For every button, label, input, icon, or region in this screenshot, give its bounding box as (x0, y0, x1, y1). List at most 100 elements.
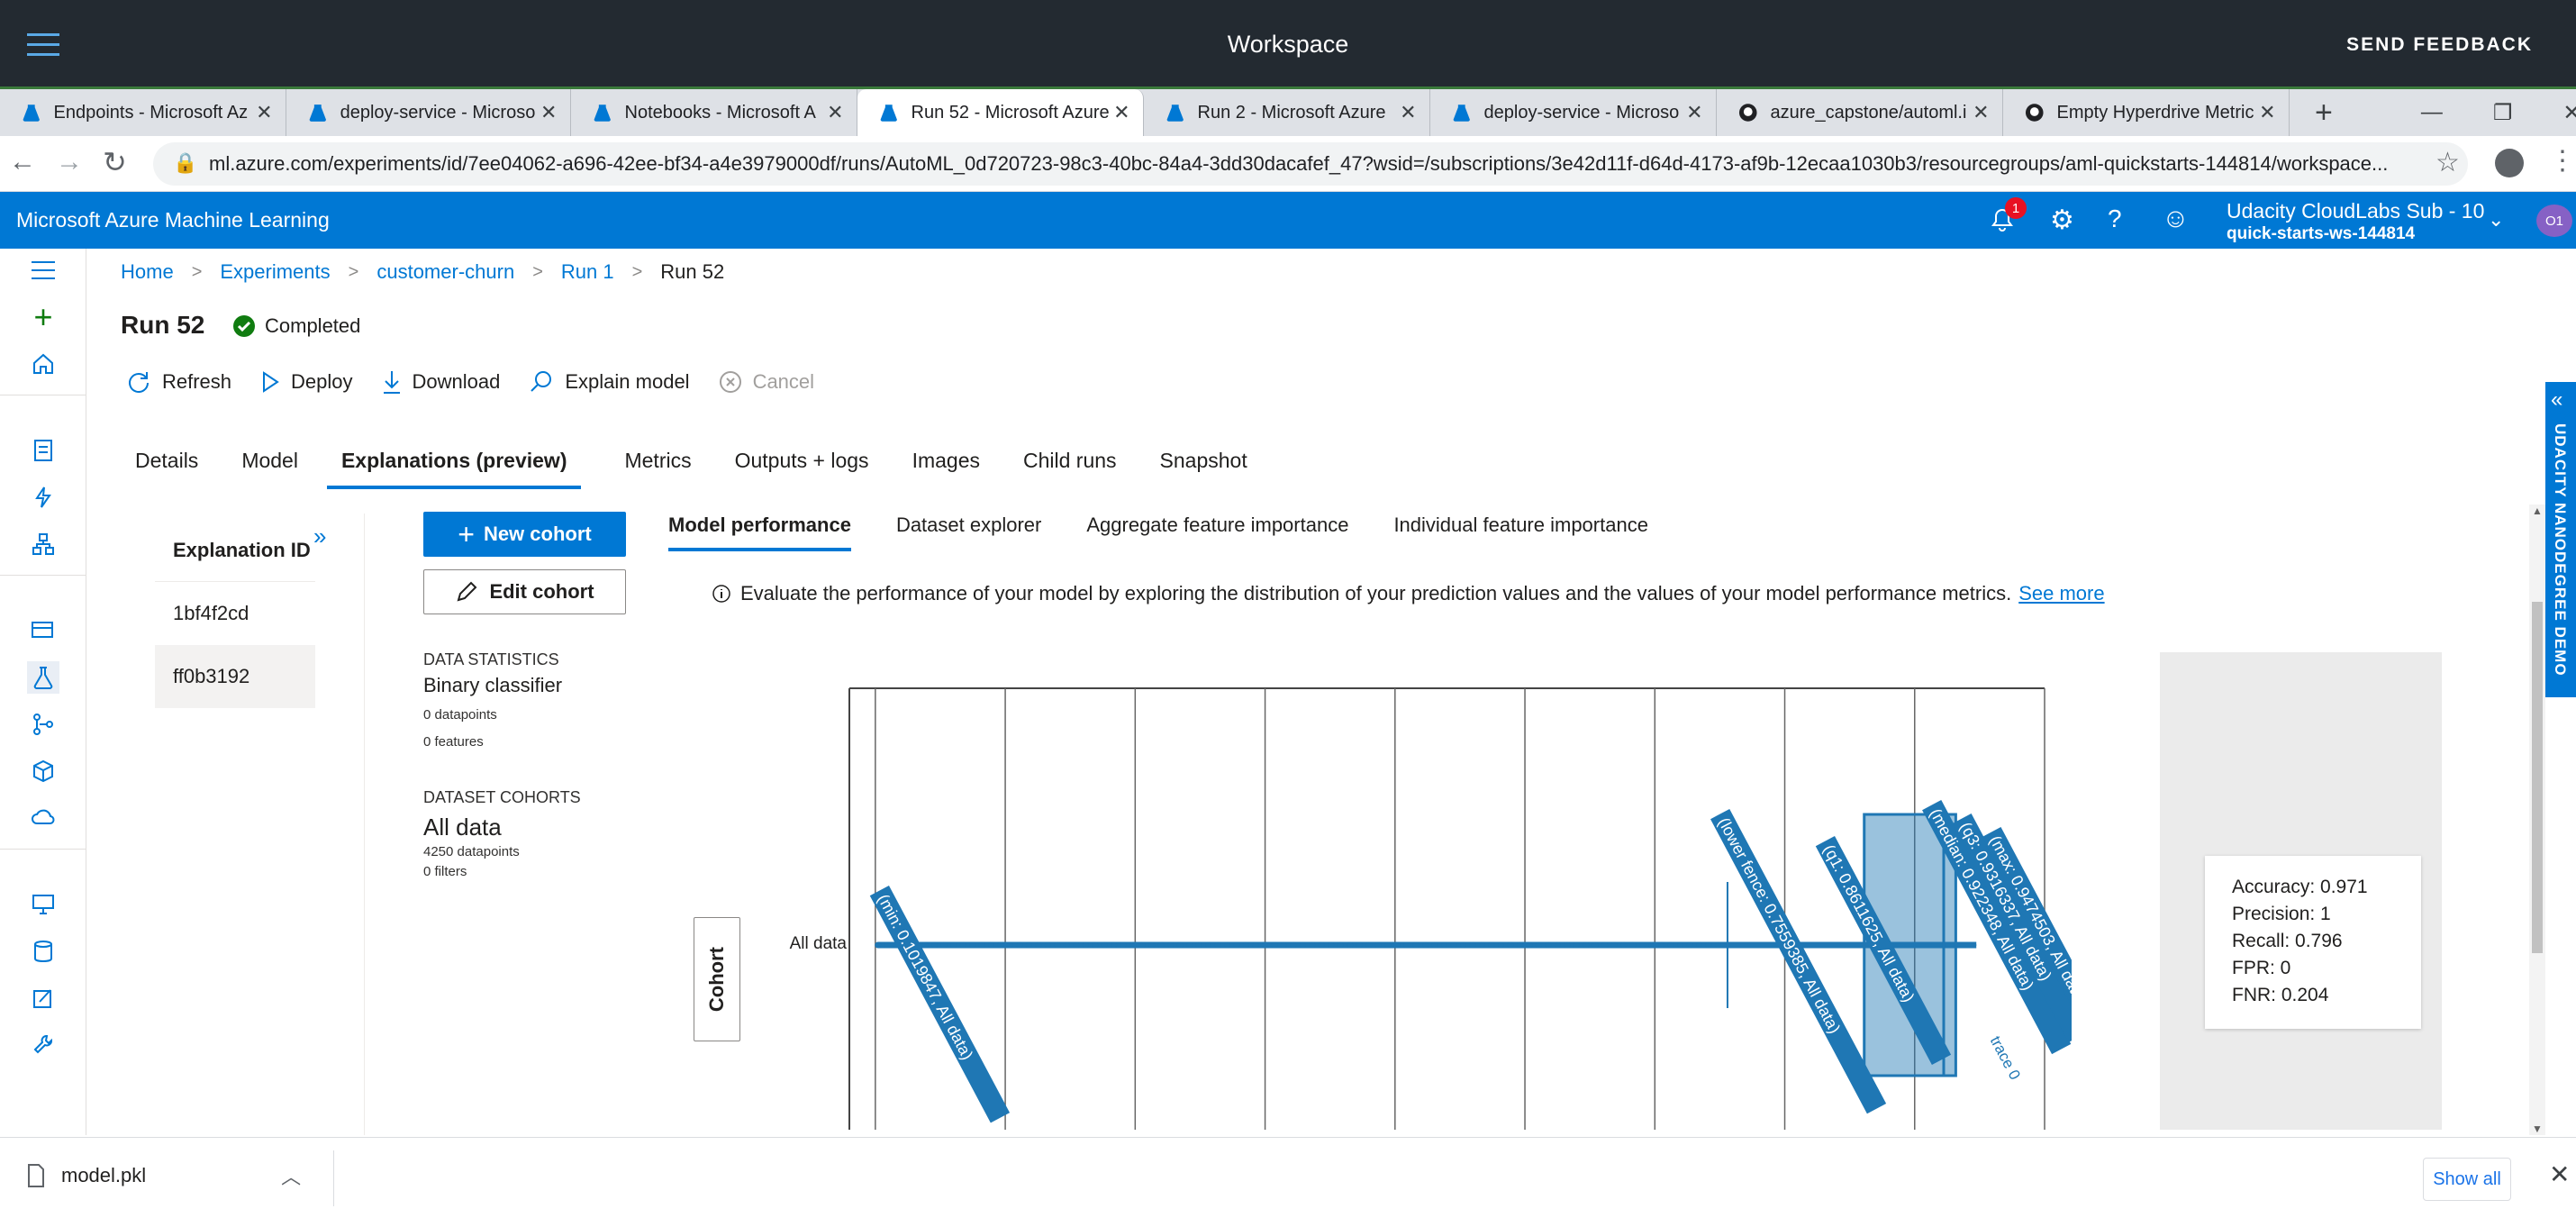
restore-window-icon[interactable]: ❐ (2493, 100, 2513, 126)
tab-images[interactable]: Images (912, 449, 980, 489)
browser-tab[interactable]: Notebooks - Microsoft A ✕ (571, 89, 857, 136)
send-feedback-button[interactable]: SEND FEEDBACK (2346, 0, 2533, 89)
tab-details[interactable]: Details (135, 449, 198, 489)
data-point (1356, 941, 1363, 949)
explanation-item[interactable]: 1bf4f2cd (155, 582, 315, 645)
compute-icon[interactable] (27, 888, 59, 921)
prediction-box-plot[interactable]: All data (min: 0.1019847, All data) (lowe… (685, 652, 2072, 1130)
tab-individual-feature-importance[interactable]: Individual feature importance (1393, 514, 1648, 551)
data-labeling-icon[interactable] (27, 982, 59, 1014)
create-new-icon[interactable]: + (27, 298, 59, 335)
expand-panel-icon[interactable]: » (313, 523, 326, 550)
tab-child-runs[interactable]: Child runs (1023, 449, 1117, 489)
home-icon[interactable] (27, 348, 59, 380)
datastores-icon[interactable] (27, 935, 59, 968)
back-arrow-icon[interactable]: ← (9, 147, 36, 177)
url-input[interactable]: 🔒 ml.azure.com/experiments/id/7ee04062-a… (153, 142, 2468, 186)
browser-menu-icon[interactable]: ⋮ (2549, 145, 2576, 177)
browser-tab[interactable]: azure_capstone/automl.i ✕ (1717, 89, 2003, 136)
page-title: Run 52 (121, 311, 205, 339)
new-tab-button[interactable]: + (2315, 95, 2333, 131)
browser-tab[interactable]: Empty Hyperdrive Metric ✕ (2003, 89, 2290, 136)
close-window-icon[interactable]: ✕ (2562, 100, 2576, 126)
see-more-link[interactable]: See more (2018, 582, 2104, 605)
close-tab-icon[interactable]: ✕ (1683, 101, 1707, 124)
tab-title: Run 2 - Microsoft Azure (1197, 102, 1386, 123)
download-button[interactable]: Download (382, 369, 500, 395)
close-tab-icon[interactable]: ✕ (1396, 101, 1420, 124)
designer-icon[interactable] (27, 528, 59, 560)
chevron-up-icon[interactable]: ︿ (281, 1161, 301, 1190)
tab-model[interactable]: Model (241, 449, 298, 489)
menu-toggle-icon[interactable] (27, 254, 59, 286)
edit-cohort-button[interactable]: Edit cohort (423, 569, 626, 614)
udacity-demo-ribbon[interactable]: « UDACITY NANODEGREE DEMO (2545, 382, 2576, 697)
tab-metrics[interactable]: Metrics (624, 449, 691, 489)
breadcrumb-parent-run[interactable]: Run 1 (561, 260, 614, 284)
endpoints-icon[interactable] (27, 802, 59, 834)
automated-ml-icon[interactable] (27, 481, 59, 514)
data-point (1478, 941, 1485, 949)
browser-tab[interactable]: deploy-service - Microso ✕ (1430, 89, 1717, 136)
close-download-bar-icon[interactable]: ✕ (2549, 1159, 2570, 1189)
close-tab-icon[interactable]: ✕ (537, 101, 561, 124)
forward-arrow-icon[interactable]: → (56, 147, 83, 177)
downloaded-file[interactable]: model.pkl ︿ (27, 1161, 301, 1190)
settings-gear-icon[interactable]: ⚙ (2050, 205, 2074, 236)
tab-outputs-logs[interactable]: Outputs + logs (735, 449, 869, 489)
brand-title[interactable]: Microsoft Azure Machine Learning (16, 192, 330, 249)
cohort-datapoints: 4250 datapoints (423, 844, 520, 859)
scroll-up-icon[interactable]: ▲ (2532, 504, 2543, 517)
close-tab-icon[interactable]: ✕ (1110, 101, 1134, 124)
new-cohort-button[interactable]: + New cohort (423, 512, 626, 557)
edit-cohort-label: Edit cohort (489, 580, 594, 603)
data-point (1583, 941, 1590, 949)
deploy-button[interactable]: Deploy (260, 370, 353, 394)
close-tab-icon[interactable]: ✕ (1969, 101, 1993, 124)
close-tab-icon[interactable]: ✕ (252, 101, 277, 124)
help-icon[interactable]: ? (2108, 205, 2122, 233)
models-icon[interactable] (27, 755, 59, 787)
profile-avatar-icon[interactable] (2495, 149, 2524, 177)
browser-tab[interactable]: Endpoints - Microsoft Az ✕ (0, 89, 286, 136)
browser-tab[interactable]: Run 2 - Microsoft Azure ✕ (1144, 89, 1430, 136)
tab-dataset-explorer[interactable]: Dataset explorer (896, 514, 1041, 551)
minimize-window-icon[interactable]: — (2421, 100, 2443, 125)
notebooks-icon[interactable] (27, 434, 59, 467)
close-tab-icon[interactable]: ✕ (823, 101, 848, 124)
data-point (1242, 941, 1249, 949)
data-point (1063, 941, 1070, 949)
pipelines-icon[interactable] (27, 708, 59, 741)
account-switcher[interactable]: Udacity CloudLabs Sub - 10 quick-starts-… (2227, 199, 2484, 246)
linked-services-icon[interactable] (27, 1029, 59, 1061)
explanation-item-selected[interactable]: ff0b3192 (155, 645, 315, 708)
collapse-chevrons-icon[interactable]: « (2551, 387, 2562, 413)
tab-snapshot[interactable]: Snapshot (1160, 449, 1247, 489)
metrics-box: Accuracy: 0.971 Precision: 1 Recall: 0.7… (2205, 856, 2421, 1029)
explain-model-button[interactable]: Explain model (529, 369, 690, 395)
tab-aggregate-feature-importance[interactable]: Aggregate feature importance (1086, 514, 1348, 551)
refresh-button[interactable]: Refresh (126, 369, 231, 395)
cancel-button[interactable]: Cancel (719, 370, 814, 394)
data-point (950, 941, 957, 949)
close-tab-icon[interactable]: ✕ (2255, 101, 2280, 124)
reload-icon[interactable]: ↻ (103, 145, 127, 179)
show-all-downloads-button[interactable]: Show all (2423, 1158, 2511, 1201)
user-avatar[interactable]: O1 (2536, 205, 2572, 237)
tab-explanations[interactable]: Explanations (preview) (326, 449, 582, 489)
browser-tab-active[interactable]: Run 52 - Microsoft Azure ✕ (857, 89, 1144, 136)
bookmark-star-icon[interactable]: ☆ (2435, 147, 2460, 178)
breadcrumb-experiments[interactable]: Experiments (220, 260, 330, 284)
breadcrumb-home[interactable]: Home (121, 260, 174, 284)
breadcrumb-experiment[interactable]: customer-churn (376, 260, 514, 284)
tab-model-performance[interactable]: Model performance (668, 514, 851, 551)
feedback-smiley-icon[interactable]: ☺ (2162, 204, 2190, 234)
browser-tab[interactable]: deploy-service - Microso ✕ (286, 89, 571, 136)
experiments-icon[interactable] (27, 661, 59, 694)
datasets-icon[interactable] (27, 614, 59, 647)
chevron-down-icon[interactable]: ⌄ (2488, 208, 2504, 232)
data-point (1299, 941, 1306, 949)
scroll-down-icon[interactable]: ▼ (2532, 1123, 2543, 1135)
scrollbar-thumb[interactable] (2532, 602, 2543, 953)
tab-title: azure_capstone/automl.i (1770, 102, 1967, 123)
